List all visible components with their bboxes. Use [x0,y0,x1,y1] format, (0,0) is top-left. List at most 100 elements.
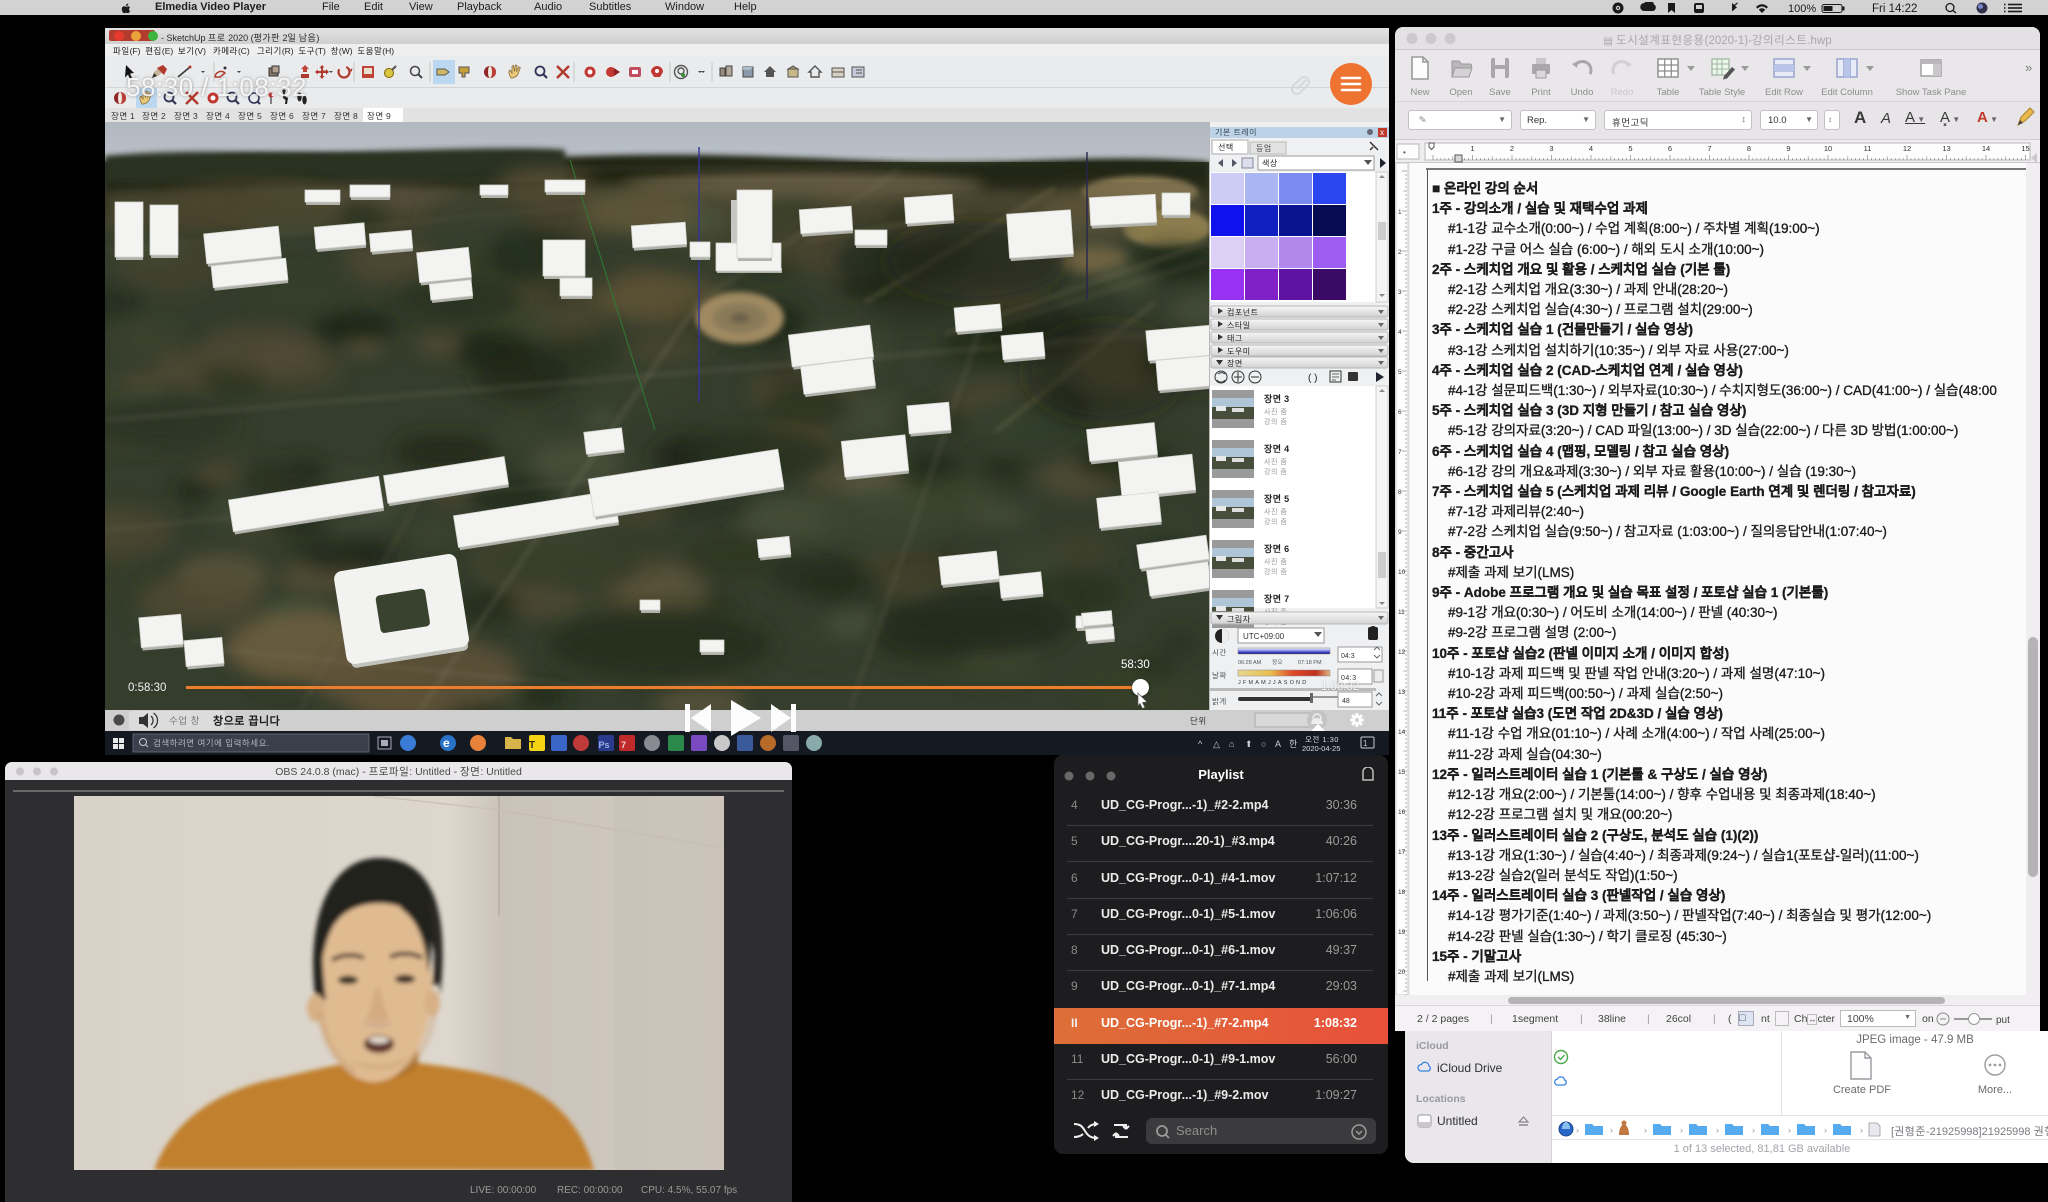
svg-text:도우미: 도우미 [1227,347,1251,356]
svg-text:4: 4 [1398,329,1402,336]
svg-text:9: 9 [1786,144,1790,153]
svg-text:11: 11 [1864,144,1872,153]
svg-text:창으로 끕니다: 창으로 끕니다 [213,714,281,728]
svg-text:기본 트레이: 기본 트레이 [1215,127,1257,137]
svg-text:장면 7: 장면 7 [1264,593,1289,604]
svg-text:Edit Column: Edit Column [1821,87,1873,98]
svg-text:07:18 PM: 07:18 PM [1298,660,1322,666]
svg-text:19: 19 [1398,929,1406,936]
svg-text:Fri 14:22: Fri 14:22 [1872,3,1917,14]
svg-text:1: 1 [1470,144,1474,153]
svg-text:Open: Open [1449,87,1472,98]
svg-text:UTC+09:00: UTC+09:00 [1243,632,1285,641]
svg-text:15: 15 [2021,144,2029,153]
svg-text:7: 7 [1707,144,1711,153]
svg-text:18: 18 [1398,889,1406,896]
svg-text:3: 3 [1549,144,1553,153]
svg-text:⌂: ⌂ [1229,739,1234,749]
svg-text:사진 줌: 사진 줌 [1264,557,1287,566]
svg-text:8: 8 [1398,489,1402,496]
svg-text:›: › [1680,1125,1683,1135]
svg-text:정오: 정오 [1272,659,1283,666]
svg-text:Save: Save [1489,87,1511,98]
svg-text:Edit Row: Edit Row [1765,87,1803,98]
svg-text:14: 14 [1982,144,1990,153]
svg-text:태그: 태그 [1227,334,1243,343]
svg-text:등업: 등업 [1256,144,1272,153]
svg-text:e: e [443,736,450,750]
svg-text:›: › [1644,1125,1647,1135]
svg-text:100%: 100% [1788,3,1816,14]
svg-text:JFMAMJJASOND: JFMAMJJASOND [1238,680,1308,686]
svg-text:사진 줌: 사진 줌 [1264,457,1287,466]
svg-text:오전 1:30: 오전 1:30 [1305,734,1339,744]
svg-text:1: 1 [1363,739,1368,748]
svg-text:10: 10 [1398,569,1406,576]
svg-text:20: 20 [1398,969,1406,976]
svg-text:04:3: 04:3 [1341,653,1355,660]
svg-text:시간: 시간 [1212,647,1227,657]
svg-text:날짜: 날짜 [1212,670,1227,680]
svg-text:⬆: ⬆ [1245,739,1253,749]
svg-text:색상: 색상 [1262,158,1278,168]
svg-text:17: 17 [1398,849,1406,856]
svg-text:›: › [1860,1125,1863,1135]
svg-text:15: 15 [1398,769,1406,776]
svg-text:13: 13 [1398,689,1406,696]
svg-text:강의 즘: 강의 즘 [1264,567,1287,576]
svg-text:x: x [1380,128,1384,137]
svg-text:›: › [1610,1125,1613,1135]
svg-text:사진 줌: 사진 줌 [1264,507,1287,516]
svg-text:›: › [1788,1125,1791,1135]
svg-text:2: 2 [1398,249,1402,256]
svg-text:04:3: 04:3 [1341,675,1357,682]
svg-text:장면 6: 장면 6 [1264,543,1289,554]
svg-text:검색하려면 여기에 입력하세요.: 검색하려면 여기에 입력하세요. [153,738,270,748]
svg-text:사진 줌: 사진 줌 [1264,407,1287,416]
svg-text:11: 11 [1398,609,1405,616]
svg-text:9: 9 [1398,529,1402,536]
svg-text:›: › [1824,1125,1827,1135]
svg-text:4: 4 [1589,144,1593,153]
svg-text:T: T [529,740,535,751]
svg-text:›: › [1576,1125,1579,1135]
svg-text:강의 즘: 강의 즘 [1264,417,1287,426]
svg-text:Table Style: Table Style [1699,87,1745,98]
svg-text:Undo: Undo [1571,87,1594,98]
svg-text:장면 4: 장면 4 [1264,443,1289,454]
svg-text:13: 13 [1942,144,1950,153]
svg-text:6: 6 [1398,409,1402,416]
svg-text:강의 즘: 강의 즘 [1264,467,1287,476]
svg-text:단위: 단위 [1190,716,1207,726]
svg-text:○: ○ [1261,739,1266,749]
svg-text:( ): ( ) [1308,373,1317,384]
svg-text:A: A [1275,739,1281,749]
svg-text:›: › [1716,1125,1719,1135]
svg-text:New: New [1410,87,1429,98]
svg-text:10: 10 [1824,144,1832,153]
svg-text:5: 5 [1628,144,1632,153]
svg-text:14: 14 [1398,729,1406,736]
svg-text:Redo: Redo [1611,87,1634,98]
svg-text:8: 8 [1747,144,1751,153]
svg-text:강의 즘: 강의 즘 [1264,517,1287,526]
svg-text:Show Task Pane: Show Task Pane [1896,87,1967,98]
svg-text:2: 2 [1510,144,1514,153]
svg-text:밝게: 밝게 [1212,696,1227,706]
svg-text:put: put [1996,1015,2010,1026]
svg-text:△: △ [1213,739,1220,749]
svg-text:한: 한 [1289,739,1297,749]
svg-text:컴포넌트: 컴포넌트 [1227,308,1258,317]
svg-text:›: › [1752,1125,1755,1135]
svg-text:12: 12 [1903,144,1911,153]
svg-text:Print: Print [1531,87,1551,98]
svg-text:Ps: Ps [599,740,610,750]
svg-text:06:28 AM: 06:28 AM [1238,660,1262,666]
svg-text:선택: 선택 [1218,142,1234,152]
svg-text:Table: Table [1657,87,1680,98]
svg-text:»: » [2025,60,2032,75]
svg-text:장면 3: 장면 3 [1264,393,1289,404]
svg-text:7: 7 [621,740,626,750]
svg-text:장면 5: 장면 5 [1264,493,1289,504]
svg-text:5: 5 [1398,369,1402,376]
